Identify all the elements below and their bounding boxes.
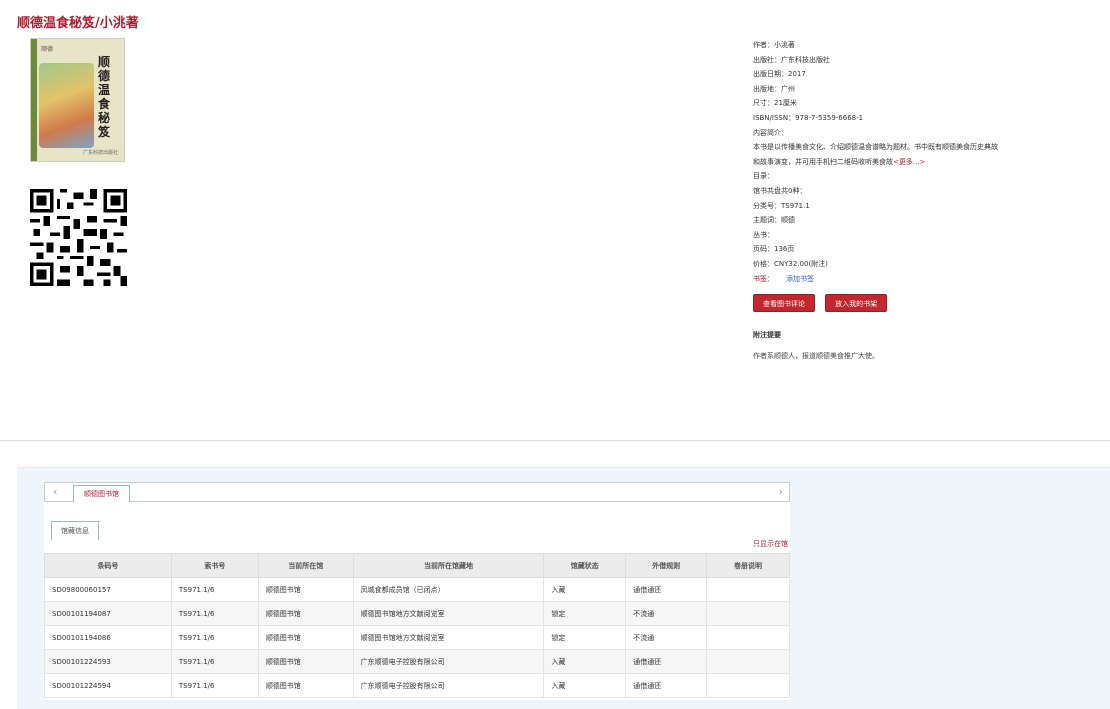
- library-tabbar: ‹ 顺德图书馆 ›: [44, 482, 790, 502]
- cell-status: 锁定: [543, 625, 627, 650]
- col-callno: 索书号: [170, 553, 259, 578]
- cell-callno: TS971.1/6: [170, 673, 259, 698]
- detail-summary-label: 内容简介：: [753, 128, 788, 137]
- detail-price: 价格：CNY32.00(附注): [753, 259, 828, 268]
- cell-library: 顺德图书馆: [257, 673, 354, 698]
- cell-barcode: SD00101224594: [44, 673, 172, 698]
- tab-library[interactable]: 顺德图书馆: [73, 485, 130, 502]
- cell-callno: TS971.1/6: [170, 577, 259, 602]
- detail-classification: 分类号：TS971.1: [753, 201, 810, 210]
- attachment-heading: 附注提要: [753, 331, 781, 339]
- cell-barcode: SD09800060157: [44, 577, 172, 602]
- summary-line-1: 本书是以传播美食文化、介绍顺德温食谱略为题材。书中既有顺德美食历史典故: [753, 143, 998, 152]
- cell-loan-rule: 不流通: [625, 625, 708, 650]
- cell-barcode: SD00101194087: [44, 601, 172, 626]
- col-status: 馆藏状态: [543, 553, 627, 578]
- summary-line-2: 和故事演变，并可用手机扫二维码收听美食故<更多...>: [753, 157, 926, 166]
- add-to-shelf-button[interactable]: 放入我的书架: [825, 294, 888, 312]
- book-details: 作者：小洮著 出版社：广东科技出版社 出版日期：2017 出版地：广州 尺寸：2…: [753, 38, 1043, 286]
- cell-location: 广东顺德电子控股有限公司: [352, 649, 545, 674]
- detail-isbn: ISBN/ISSN：978-7-5359-6668-1: [753, 113, 864, 122]
- col-loan-rule: 外借规则: [625, 553, 708, 578]
- detail-pub-place: 出版地：广州: [753, 84, 795, 93]
- qr-code-icon: [30, 189, 127, 286]
- cell-callno: TS971.1/6: [170, 649, 259, 674]
- col-library: 当前所在馆: [257, 553, 354, 578]
- cell-loan-rule: 通借通还: [625, 649, 708, 674]
- cell-status: 入藏: [543, 649, 627, 674]
- detail-series: 丛书：: [753, 230, 774, 239]
- table-row: SD09800060157 TS971.1/6 顺德图书馆 凤城食都成员馆（已闭…: [44, 577, 790, 602]
- detail-size: 尺寸：21厘米: [753, 99, 797, 108]
- detail-author: 作者：小洮著: [753, 41, 795, 49]
- cell-barcode: SD00101224593: [44, 649, 172, 674]
- section-divider: [0, 440, 1110, 441]
- cover-title: 顺德温食秘笈: [98, 55, 111, 139]
- detail-subject: 主题词：顺德: [753, 216, 795, 225]
- book-cover-image[interactable]: 顺德 顺德温食秘笈 广东科技出版社: [30, 38, 125, 162]
- cell-library: 顺德图书馆: [257, 577, 354, 602]
- detail-pub-date: 出版日期：2017: [753, 70, 806, 79]
- cover-publisher: 广东科技出版社: [82, 150, 118, 156]
- cell-location: 广东顺德电子控股有限公司: [352, 673, 545, 698]
- cell-location: 顺德图书馆地方文献阅览室: [352, 601, 545, 626]
- cell-loan-rule: 通借通还: [625, 673, 708, 698]
- attachment-text: 作者系顺德人，报道顺德美食推广大使。: [753, 352, 879, 360]
- cell-callno: TS971.1/6: [170, 601, 259, 626]
- table-row: SD00101224594 TS971.1/6 顺德图书馆 广东顺德电子控股有限…: [44, 673, 790, 698]
- cell-library: 顺德图书馆: [257, 625, 354, 650]
- chevron-right-icon[interactable]: ›: [779, 485, 783, 498]
- chevron-left-icon[interactable]: ‹: [53, 485, 57, 498]
- cell-loan-rule: 不流通: [625, 601, 708, 626]
- col-volume: 卷册说明: [706, 553, 790, 578]
- cover-head: 顺德: [41, 46, 54, 53]
- cell-location: 顺德图书馆地方文献阅览室: [352, 625, 545, 650]
- cell-volume: [706, 673, 790, 698]
- cell-loan-rule: 通借通还: [625, 577, 708, 602]
- detail-publisher: 出版社：广东科技出版社: [753, 55, 830, 64]
- detail-toc: 目录：: [753, 172, 774, 181]
- cell-callno: TS971.1/6: [170, 625, 259, 650]
- col-location: 当前所在馆藏地: [352, 553, 545, 578]
- detail-count: 馆书共盘共0种：: [753, 186, 807, 195]
- cell-volume: [706, 601, 790, 626]
- cell-barcode: SD00101194086: [44, 625, 172, 650]
- cell-location: 凤城食都成员馆（已闭点）: [352, 577, 545, 602]
- table-row: SD00101194086 TS971.1/6 顺德图书馆 顺德图书馆地方文献阅…: [44, 625, 790, 650]
- cell-status: 锁定: [543, 601, 627, 626]
- cell-status: 入藏: [543, 673, 627, 698]
- more-link[interactable]: <更多...>: [893, 158, 925, 166]
- table-header-row: 条码号 索书号 当前所在馆 当前所在馆藏地 馆藏状态 外借规则 卷册说明: [44, 553, 790, 578]
- holdings-table: 条码号 索书号 当前所在馆 当前所在馆藏地 馆藏状态 外借规则 卷册说明 SD0…: [44, 553, 790, 698]
- cover-spine: [31, 39, 37, 161]
- detail-bookmark: 书签： 添加书签: [753, 274, 814, 283]
- view-reviews-button[interactable]: 查看图书评论: [753, 294, 815, 312]
- col-barcode: 条码号: [44, 553, 172, 578]
- cell-volume: [706, 649, 790, 674]
- table-row: SD00101194087 TS971.1/6 顺德图书馆 顺德图书馆地方文献阅…: [44, 601, 790, 626]
- page-title: 顺德温食秘笈/小洮著: [17, 16, 139, 31]
- detail-pages: 页码：136页: [753, 245, 795, 254]
- cell-library: 顺德图书馆: [257, 649, 354, 674]
- cell-library: 顺德图书馆: [257, 601, 354, 626]
- action-buttons: 查看图书评论 放入我的书架: [753, 291, 892, 312]
- cover-illustration: [39, 63, 94, 148]
- only-in-library-link[interactable]: 只显示在馆: [753, 539, 788, 549]
- cell-status: 入藏: [543, 577, 627, 602]
- cell-volume: [706, 577, 790, 602]
- table-row: SD00101224593 TS971.1/6 顺德图书馆 广东顺德电子控股有限…: [44, 649, 790, 674]
- tab-holdings-info[interactable]: 馆藏信息: [51, 521, 99, 540]
- cell-volume: [706, 625, 790, 650]
- add-bookmark-link[interactable]: 添加书签: [786, 275, 814, 283]
